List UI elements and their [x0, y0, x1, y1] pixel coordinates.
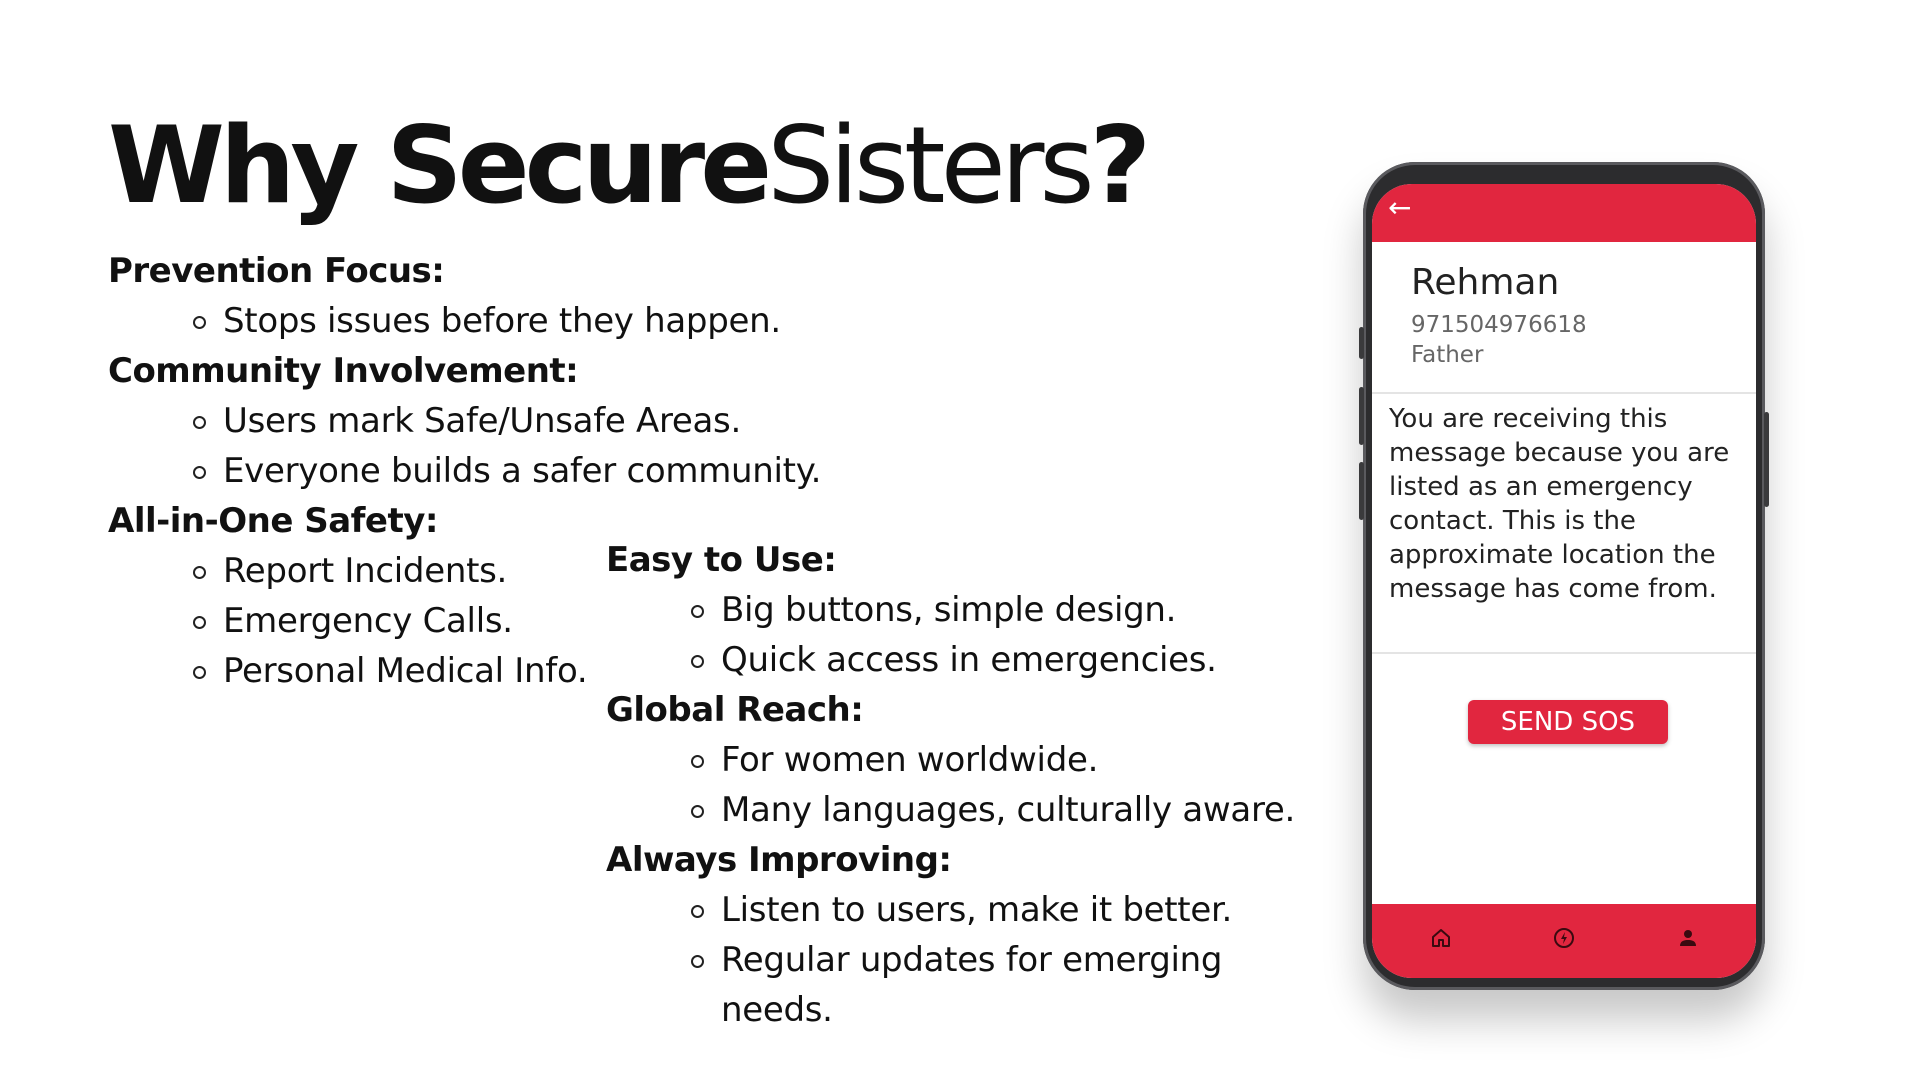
title-light: Sisters — [767, 104, 1095, 227]
section-heading: Global Reach: — [606, 690, 864, 730]
home-icon[interactable] — [1429, 926, 1453, 950]
bullet-list: Users mark Safe/Unsafe Areas. Everyone b… — [108, 396, 821, 496]
app-top-bar: ← — [1372, 184, 1756, 242]
list-item: Listen to users, make it better. — [606, 885, 1295, 935]
section-prevention-focus: Prevention Focus: Stops issues before th… — [108, 246, 821, 346]
section-global-reach: Global Reach: For women worldwide. Many … — [606, 685, 1295, 835]
list-item: Big buttons, simple design. — [606, 585, 1295, 635]
bullet-list: Big buttons, simple design. Quick access… — [606, 585, 1295, 685]
list-item: Everyone builds a safer community. — [108, 446, 821, 496]
slide-title: Why SecureSisters? — [108, 107, 1151, 225]
phone-power-button — [1764, 412, 1769, 507]
list-item: For women worldwide. — [606, 735, 1295, 785]
person-icon[interactable] — [1676, 926, 1700, 950]
right-column: Easy to Use: Big buttons, simple design.… — [606, 535, 1295, 1035]
divider — [1372, 392, 1756, 394]
list-item: Many languages, culturally aware. — [606, 785, 1295, 835]
divider — [1372, 652, 1756, 654]
bullet-list: Listen to users, make it better. Regular… — [606, 885, 1295, 1035]
section-heading: Easy to Use: — [606, 540, 837, 580]
title-bold: Why Secure — [108, 104, 772, 227]
contact-relation: Father — [1411, 342, 1484, 368]
phone-mockup: ← Rehman 971504976618 Father You are rec… — [1359, 162, 1769, 990]
section-community-involvement: Community Involvement: Users mark Safe/U… — [108, 346, 821, 496]
section-heading: Community Involvement: — [108, 351, 579, 391]
emergency-message: You are receiving this message because y… — [1389, 404, 1730, 604]
bullet-list: For women worldwide. Many languages, cul… — [606, 735, 1295, 835]
phone-volume-down-button — [1359, 462, 1364, 520]
contact-name: Rehman — [1411, 262, 1560, 303]
section-heading: Always Improving: — [606, 840, 952, 880]
section-heading: Prevention Focus: — [108, 251, 445, 291]
lightning-icon[interactable] — [1552, 926, 1576, 950]
arrow-left-icon[interactable]: ← — [1388, 194, 1411, 222]
list-item: Regular updates for emerging needs. — [606, 935, 1281, 1035]
list-item: Users mark Safe/Unsafe Areas. — [108, 396, 821, 446]
bullet-list: Stops issues before they happen. — [108, 296, 821, 346]
phone-volume-up-button — [1359, 387, 1364, 445]
send-sos-button[interactable]: SEND SOS — [1468, 700, 1668, 744]
list-item: Quick access in emergencies. — [606, 635, 1295, 685]
phone-mute-switch — [1359, 327, 1364, 359]
contact-phone: 971504976618 — [1411, 312, 1587, 338]
app-bottom-nav — [1372, 904, 1756, 978]
section-always-improving: Always Improving: Listen to users, make … — [606, 835, 1295, 1035]
phone-screen: ← Rehman 971504976618 Father You are rec… — [1372, 184, 1756, 978]
section-easy-to-use: Easy to Use: Big buttons, simple design.… — [606, 535, 1295, 685]
title-question-mark: ? — [1089, 104, 1151, 227]
list-item: Stops issues before they happen. — [108, 296, 821, 346]
